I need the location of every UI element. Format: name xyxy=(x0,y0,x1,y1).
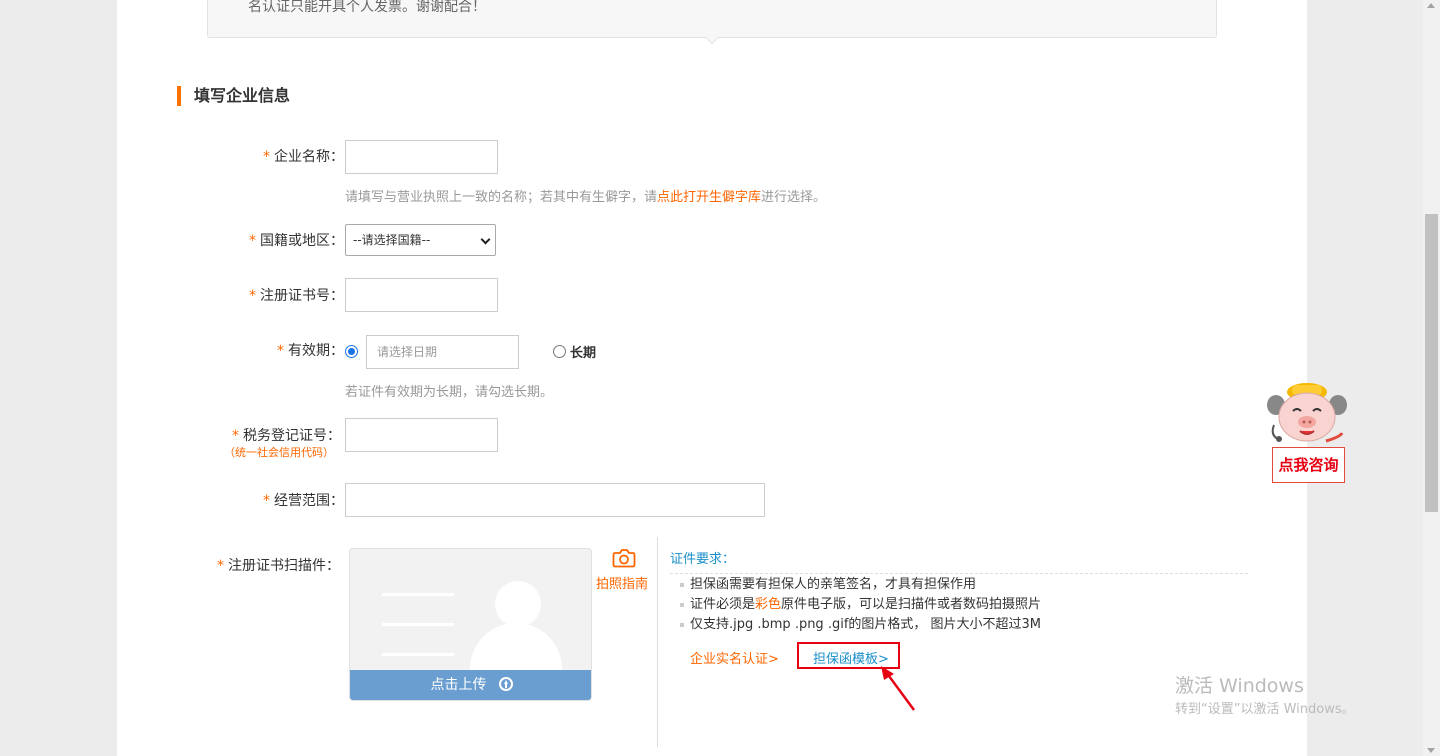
company-name-hint-end: 进行选择。 xyxy=(761,190,827,205)
scroll-up-icon[interactable] xyxy=(1427,3,1435,8)
required-mark: * xyxy=(277,343,284,359)
company-name-label-text: 企业名称： xyxy=(274,149,344,165)
list-item-highlight: 彩色 xyxy=(755,597,782,612)
reg-cert-label: * 注册证书号： xyxy=(249,287,344,305)
photo-guide-link[interactable]: 拍照指南 xyxy=(596,573,648,592)
camera-icon[interactable] xyxy=(612,548,636,568)
validity-date-radio[interactable] xyxy=(345,345,358,358)
business-scope-label-text: 经营范围： xyxy=(274,493,344,509)
upload-button[interactable]: 点击上传 xyxy=(350,670,591,700)
requirements-title: 证件要求： xyxy=(670,552,736,567)
required-mark: * xyxy=(217,558,224,574)
consult-button[interactable]: 点我咨询 xyxy=(1272,447,1345,483)
business-scope-input[interactable] xyxy=(345,483,765,517)
upload-arrow-icon xyxy=(498,677,513,691)
company-name-hint-text: 请填写与营业执照上一致的名称；若其中有生僻字，请 xyxy=(345,190,658,205)
list-item-text-end: 原件电子版，可以是扫描件或者数码拍摄照片 xyxy=(781,597,1042,612)
section-accent-bar xyxy=(177,86,181,106)
realname-auth-link[interactable]: 企业实名认证> xyxy=(690,648,779,667)
upload-area[interactable]: 点击上传 xyxy=(349,548,592,701)
validity-label-text: 有效期： xyxy=(288,343,344,359)
tax-no-label-text: 税务登记证号： xyxy=(243,428,341,444)
scroll-down-icon[interactable] xyxy=(1427,748,1435,753)
tax-no-sublabel: （统一社会信用代码） xyxy=(224,446,334,459)
validity-long-term-radio[interactable] xyxy=(553,345,566,358)
list-item: 仅支持.jpg .bmp .png .gif的图片格式， 图片大小不超过3M xyxy=(680,615,1041,635)
company-name-hint: 请填写与营业执照上一致的名称；若其中有生僻字，请点此打开生僻字库进行选择。 xyxy=(345,186,826,205)
scan-label: * 注册证书扫描件： xyxy=(217,557,340,575)
nationality-label-text: 国籍或地区： xyxy=(260,233,344,249)
list-item: 担保函需要有担保人的亲笔签名，才具有担保作用 xyxy=(680,575,1041,595)
required-mark: * xyxy=(249,233,256,249)
required-mark: * xyxy=(263,493,270,509)
tax-no-label: * 税务登记证号： xyxy=(232,427,341,445)
vertical-scrollbar[interactable] xyxy=(1423,0,1440,756)
list-item-text: 证件必须是 xyxy=(690,597,756,612)
page-content xyxy=(117,0,1307,756)
required-mark: * xyxy=(263,149,270,165)
required-mark: * xyxy=(249,288,256,304)
validity-label: * 有效期： xyxy=(277,342,344,360)
windows-watermark-title: 激活 Windows xyxy=(1175,675,1304,697)
validity-long-term-label[interactable]: 长期 xyxy=(570,342,596,361)
tax-no-input[interactable] xyxy=(345,418,498,452)
requirements-divider xyxy=(670,573,1248,574)
reg-cert-label-text: 注册证书号： xyxy=(260,288,344,304)
validity-date-input[interactable] xyxy=(366,335,519,369)
requirements-list: 担保函需要有担保人的亲笔签名，才具有担保作用 证件必须是彩色原件电子版，可以是扫… xyxy=(680,575,1041,635)
upload-button-label: 点击上传 xyxy=(430,677,487,693)
card-placeholder-line xyxy=(382,593,454,596)
scrollbar-thumb[interactable] xyxy=(1425,214,1438,512)
chevron-down-icon xyxy=(480,234,491,245)
notice-text: 名认证只能开具个人发票。谢谢配合！ xyxy=(248,0,486,15)
company-name-label: * 企业名称： xyxy=(263,148,344,166)
nationality-label: * 国籍或地区： xyxy=(249,232,344,250)
rare-char-library-link[interactable]: 点此打开生僻字库 xyxy=(657,190,761,205)
avatar-placeholder-icon xyxy=(495,581,541,627)
windows-watermark-subtitle: 转到“设置”以激活 Windows。 xyxy=(1175,702,1355,717)
business-scope-label: * 经营范围： xyxy=(263,492,344,510)
notice-box: 名认证只能开具个人发票。谢谢配合！ xyxy=(207,0,1217,45)
nationality-select[interactable]: --请选择国籍-- xyxy=(345,224,496,256)
nationality-selected: --请选择国籍-- xyxy=(353,233,431,247)
company-name-input[interactable] xyxy=(345,140,498,174)
card-placeholder-line xyxy=(382,623,454,626)
section-title: 填写企业信息 xyxy=(194,86,291,105)
scan-label-text: 注册证书扫描件： xyxy=(228,558,340,574)
required-mark: * xyxy=(232,428,239,444)
reg-cert-input[interactable] xyxy=(345,278,498,312)
validity-hint: 若证件有效期为长期，请勾选长期。 xyxy=(345,385,554,400)
vertical-divider xyxy=(657,537,658,747)
list-item: 证件必须是彩色原件电子版，可以是扫描件或者数码拍摄照片 xyxy=(680,595,1041,615)
annotation-arrow-icon xyxy=(881,666,916,711)
card-placeholder-line xyxy=(382,653,454,656)
